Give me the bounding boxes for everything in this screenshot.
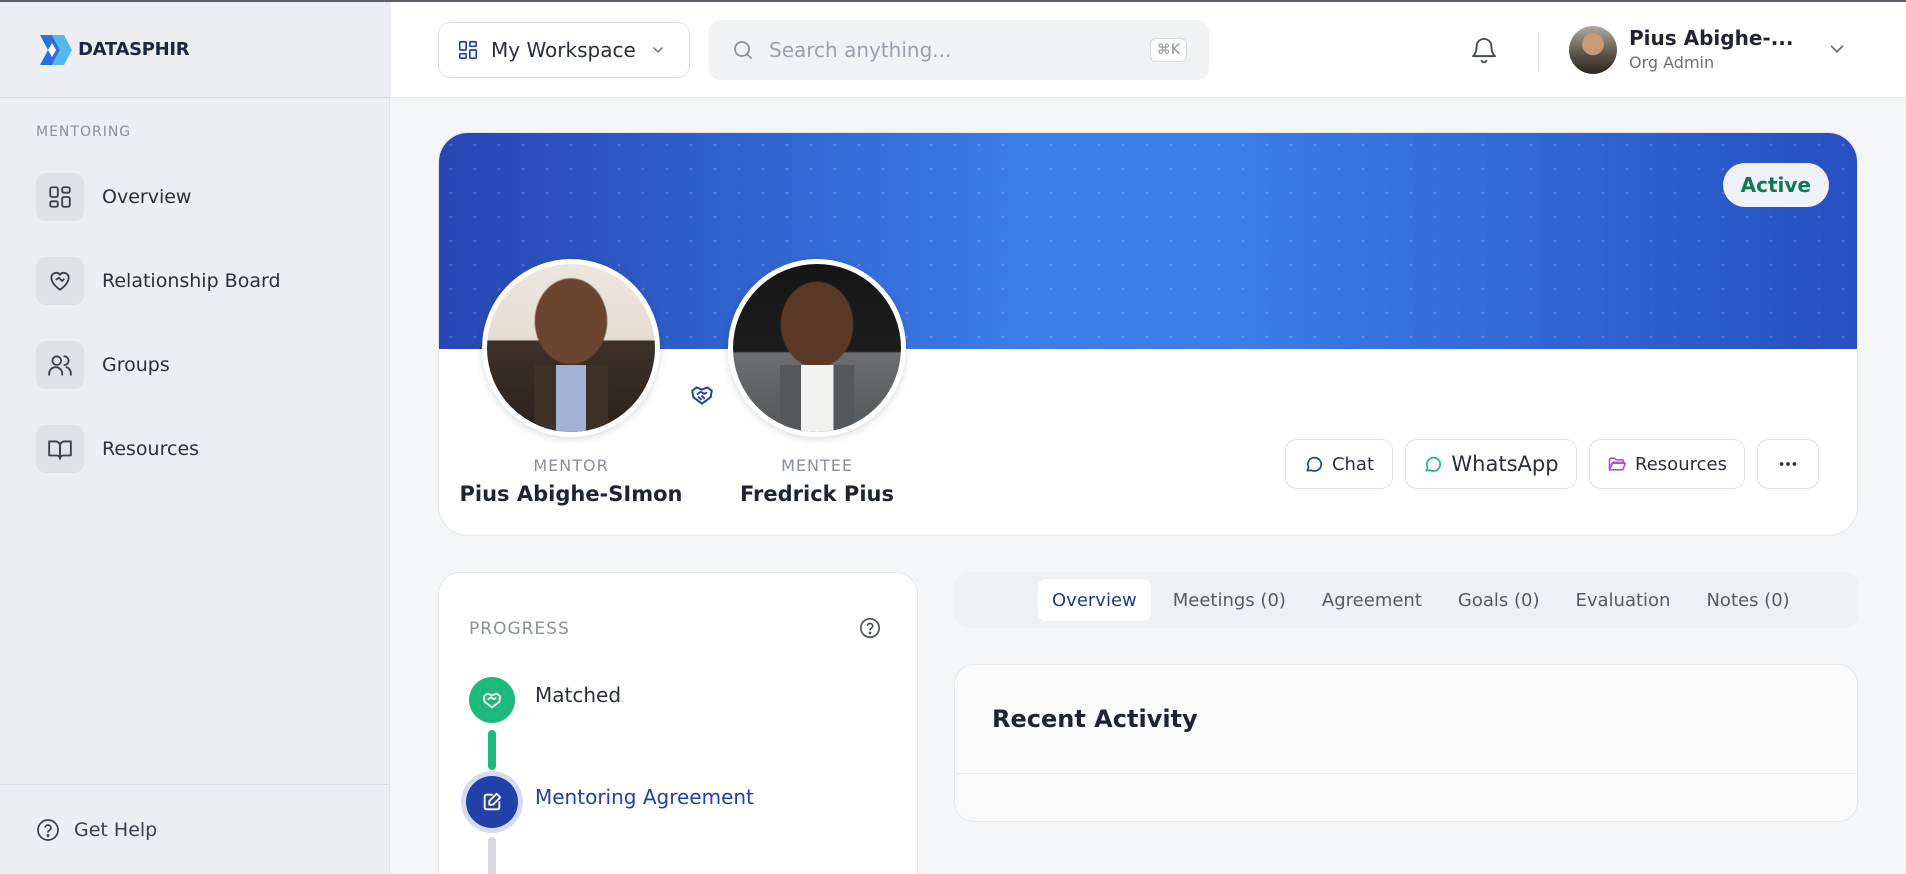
activity-divider bbox=[955, 773, 1857, 774]
search-placeholder: Search anything... bbox=[769, 38, 952, 62]
chat-bubble-icon bbox=[1306, 456, 1322, 472]
get-help-label: Get Help bbox=[74, 818, 158, 841]
datasphir-logo-icon bbox=[40, 34, 72, 65]
mentor-role-label: MENTOR bbox=[533, 456, 609, 475]
heart-handshake-icon bbox=[36, 257, 84, 305]
sidebar-item-label: Groups bbox=[102, 354, 170, 376]
step-matched-label: Matched bbox=[535, 683, 622, 707]
user-role: Org Admin bbox=[1629, 53, 1715, 72]
help-circle-icon[interactable] bbox=[859, 617, 881, 639]
sidebar-item-overview[interactable]: Overview bbox=[36, 172, 191, 222]
brand-name: DATASPHIR bbox=[78, 39, 190, 60]
status-badge: Active bbox=[1722, 163, 1829, 207]
brand[interactable]: DATASPHIR bbox=[0, 2, 389, 98]
whatsapp-button-label: WhatsApp bbox=[1451, 452, 1559, 476]
step-connector-complete bbox=[488, 730, 496, 770]
step-connector-pending bbox=[488, 837, 496, 874]
tab-meetings[interactable]: Meetings (0) bbox=[1159, 579, 1300, 621]
more-options-button[interactable] bbox=[1757, 439, 1819, 489]
tab-overview[interactable]: Overview bbox=[1038, 579, 1151, 621]
progress-card: PROGRESS Matched Mentoring Agreement bbox=[438, 572, 918, 874]
mentor-name: Pius Abighe-SImon bbox=[459, 482, 683, 506]
resources-button[interactable]: Resources bbox=[1589, 439, 1745, 489]
chat-button[interactable]: Chat bbox=[1285, 439, 1393, 489]
handshake-link-badge bbox=[676, 369, 728, 421]
user-menu-chevron-icon[interactable] bbox=[1826, 38, 1848, 60]
get-help-button[interactable]: Get Help bbox=[0, 784, 389, 874]
mentor-avatar[interactable] bbox=[482, 259, 660, 437]
book-open-icon bbox=[36, 425, 84, 473]
handshake-icon bbox=[482, 692, 502, 709]
relationship-hero-card: Active MENTOR Pius Abighe-SImon MENTEE F… bbox=[438, 132, 1858, 536]
user-name[interactable]: Pius Abighe-... bbox=[1629, 26, 1793, 50]
workspace-label: My Workspace bbox=[491, 38, 636, 62]
more-horizontal-icon bbox=[1779, 462, 1797, 466]
edit-document-icon bbox=[483, 792, 502, 811]
folder-open-icon bbox=[1608, 457, 1627, 471]
progress-title: PROGRESS bbox=[469, 619, 570, 639]
sidebar: DATASPHIR MENTORING Overview Relationshi… bbox=[0, 2, 390, 874]
mentor-shirt-detail bbox=[534, 364, 608, 432]
step-agreement-label: Mentoring Agreement bbox=[535, 785, 754, 809]
users-icon bbox=[36, 341, 84, 389]
sidebar-item-label: Relationship Board bbox=[102, 270, 281, 292]
mentee-role-label: MENTEE bbox=[781, 456, 853, 475]
handshake-icon bbox=[691, 386, 713, 405]
mentee-shirt-detail bbox=[780, 364, 854, 432]
mentee-name: Fredrick Pius bbox=[740, 482, 894, 506]
user-avatar[interactable] bbox=[1569, 26, 1617, 74]
sidebar-section-label: MENTORING bbox=[36, 124, 132, 140]
notification-bell-icon[interactable] bbox=[1469, 34, 1499, 66]
help-circle-icon bbox=[37, 818, 59, 841]
resources-button-label: Resources bbox=[1635, 453, 1727, 475]
grid-icon bbox=[36, 173, 84, 221]
step-matched-indicator bbox=[469, 677, 515, 723]
recent-activity-card: Recent Activity bbox=[954, 664, 1858, 822]
tab-notes[interactable]: Notes (0) bbox=[1692, 579, 1803, 621]
chevron-down-icon bbox=[653, 47, 663, 54]
whatsapp-icon bbox=[1425, 456, 1442, 472]
tab-goals[interactable]: Goals (0) bbox=[1444, 579, 1554, 621]
mentee-avatar[interactable] bbox=[728, 259, 906, 437]
sidebar-item-relationship-board[interactable]: Relationship Board bbox=[36, 256, 281, 306]
sidebar-item-groups[interactable]: Groups bbox=[36, 340, 170, 390]
search-icon bbox=[734, 41, 752, 59]
workspace-switcher[interactable]: My Workspace bbox=[438, 22, 690, 78]
workspace-grid-icon bbox=[458, 40, 478, 60]
sidebar-item-resources[interactable]: Resources bbox=[36, 424, 199, 474]
recent-activity-title: Recent Activity bbox=[992, 705, 1198, 733]
search-input[interactable]: Search anything... ⌘K bbox=[709, 20, 1209, 80]
step-agreement-indicator bbox=[466, 776, 518, 828]
sidebar-item-label: Overview bbox=[102, 186, 192, 208]
relationship-tabs: Overview Meetings (0) Agreement Goals (0… bbox=[954, 572, 1858, 628]
tab-agreement[interactable]: Agreement bbox=[1308, 579, 1436, 621]
top-header: My Workspace Search anything... ⌘K Pius … bbox=[391, 2, 1906, 98]
tab-evaluation[interactable]: Evaluation bbox=[1561, 579, 1684, 621]
header-divider bbox=[1538, 32, 1539, 70]
whatsapp-button[interactable]: WhatsApp bbox=[1405, 439, 1577, 489]
chat-button-label: Chat bbox=[1331, 453, 1375, 475]
search-shortcut-badge: ⌘K bbox=[1149, 38, 1187, 62]
sidebar-item-label: Resources bbox=[102, 438, 200, 460]
